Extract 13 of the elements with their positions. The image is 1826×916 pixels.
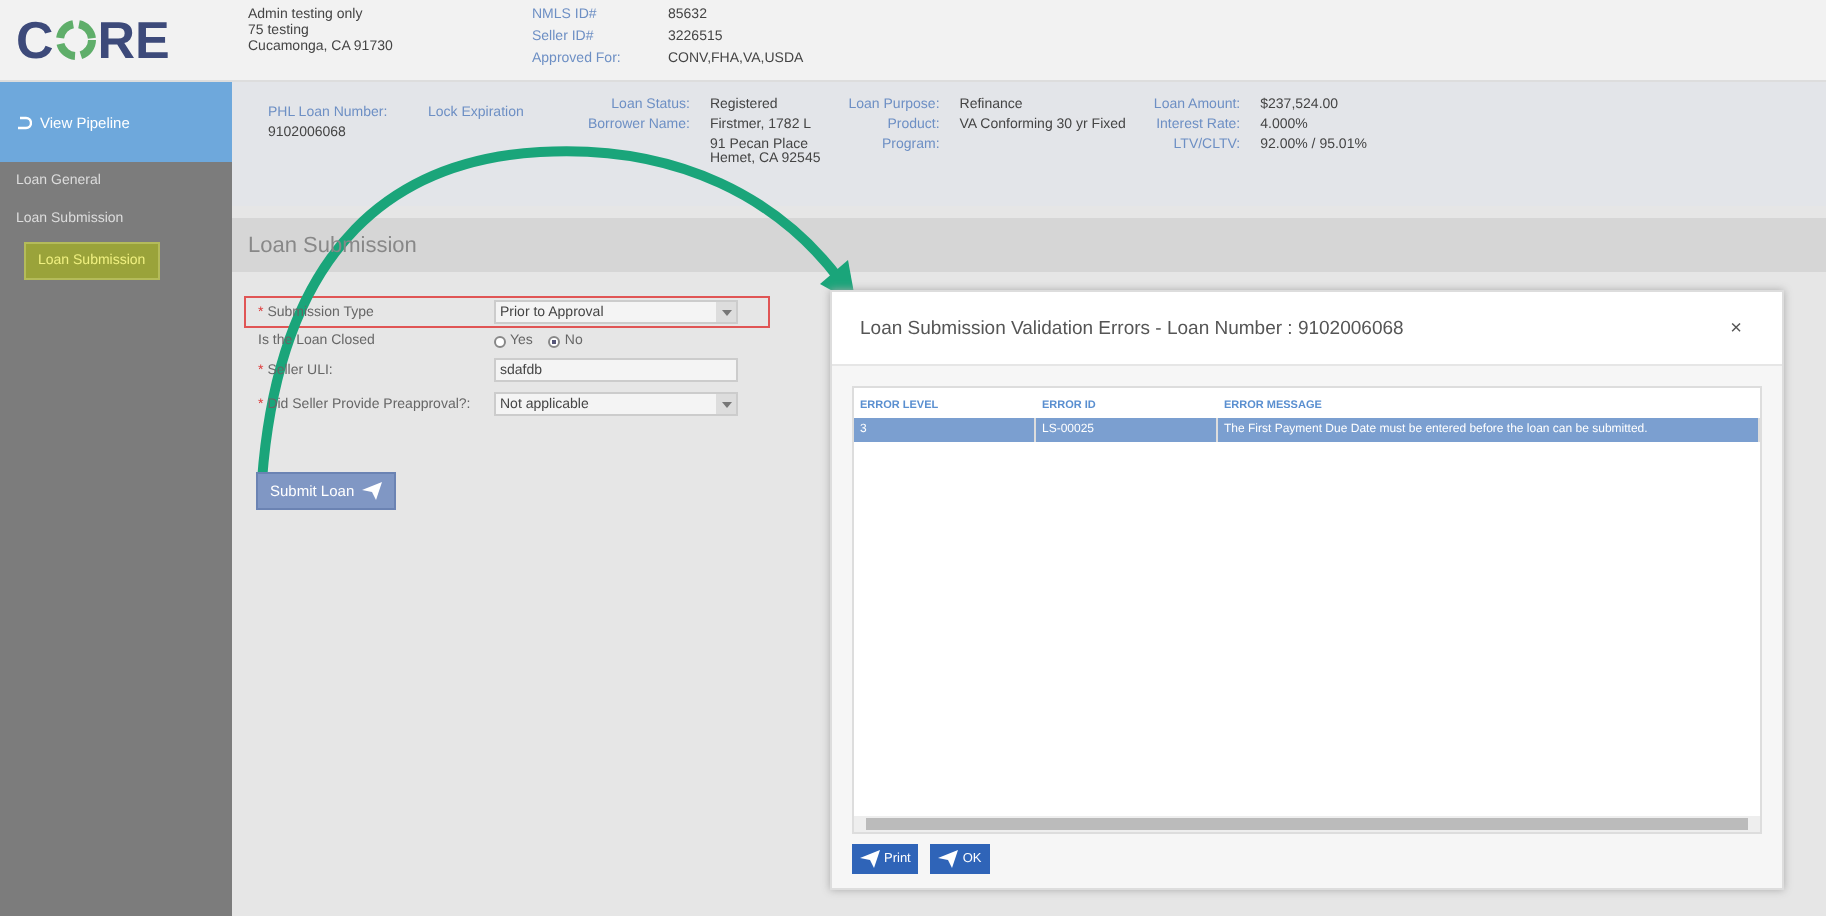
caret-icon <box>721 401 731 407</box>
logo-ring-icon <box>53 18 98 62</box>
logo-text: RE <box>97 14 170 66</box>
paper-plane-icon <box>362 482 383 500</box>
radio-button[interactable] <box>494 335 506 347</box>
paper-plane-icon <box>938 850 959 868</box>
paper-plane-icon <box>860 850 880 868</box>
close-button[interactable]: × <box>1718 315 1754 341</box>
horizontal-scrollbar[interactable] <box>854 816 1760 832</box>
radio-button[interactable] <box>548 335 561 347</box>
dialog-title: Loan Submission Validation Errors - Loan Number : 9102006068 <box>860 317 1404 339</box>
logo-text: C <box>16 14 54 66</box>
caret-icon <box>721 309 731 315</box>
